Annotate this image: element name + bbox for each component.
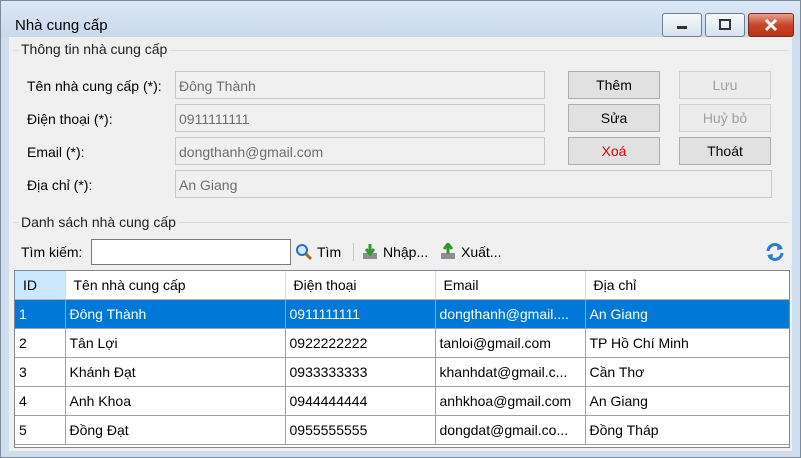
find-label: Tìm [317,244,342,260]
column-header-phone[interactable]: Điện thoại [285,271,436,300]
title-bar[interactable]: Nhà cung cấp [1,1,800,37]
cell-id[interactable]: 3 [15,357,66,387]
column-header-email[interactable]: Email [435,271,586,300]
magnifier-icon [296,244,313,261]
cell-address[interactable]: An Giang [585,386,789,416]
supplier-grid[interactable]: ID Tên nhà cung cấp Điện thoại Email Địa… [14,270,790,448]
search-input[interactable] [91,239,291,265]
import-label: Nhập... [383,244,429,260]
maximize-button[interactable] [705,13,745,37]
table-row[interactable]: 2 Tân Lợi 0922222222 tanloi@gmail.com TP… [15,328,789,358]
close-button[interactable] [748,13,794,37]
cell-address[interactable]: Cần Thơ [585,357,789,387]
phone-field[interactable]: 0911111111 [175,104,545,132]
cell-email[interactable]: anhkhoa@gmail.com [435,386,586,416]
import-icon [363,244,377,259]
column-header-address[interactable]: Địa chỉ [585,271,789,300]
name-field[interactable]: Đông Thành [175,71,545,99]
toolbar-separator [353,243,354,261]
cell-phone[interactable]: 0944444444 [285,386,436,416]
save-button[interactable]: Lưu [679,71,771,99]
refresh-button[interactable] [764,241,786,266]
cell-phone[interactable]: 0911111111 [285,299,436,329]
export-icon [441,243,455,259]
table-row[interactable]: 5 Đồng Đạt 0955555555 dongdat@gmail.co..… [15,415,789,445]
minimize-icon [677,26,687,29]
table-row[interactable]: 3 Khánh Đạt 0933333333 khanhdat@gmail.c.… [15,357,789,387]
email-label: Email (*): [27,144,85,160]
cell-email[interactable]: tanloi@gmail.com [435,328,586,358]
cell-id[interactable]: 5 [15,415,66,445]
cell-name[interactable]: Anh Khoa [65,386,286,416]
cell-id[interactable]: 4 [15,386,66,416]
address-field[interactable]: An Giang [175,170,772,198]
cell-address[interactable]: An Giang [585,299,789,329]
cell-name[interactable]: Đông Thành [65,299,286,329]
cell-address[interactable]: TP Hồ Chí Minh [585,328,789,358]
cell-address[interactable]: Đồng Tháp [585,415,789,445]
email-field[interactable]: dongthanh@gmail.com [175,137,545,165]
table-row[interactable]: 4 Anh Khoa 0944444444 anhkhoa@gmail.com … [15,386,789,416]
client-area: Thông tin nhà cung cấp Tên nhà cung cấp … [9,37,792,451]
cell-phone[interactable]: 0955555555 [285,415,436,445]
cell-name[interactable]: Đồng Đạt [65,415,286,445]
table-row[interactable]: 1 Đông Thành 0911111111 dongthanh@gmail.… [15,299,789,329]
cell-email[interactable]: khanhdat@gmail.c... [435,357,586,387]
cancel-button[interactable]: Huỷ bỏ [679,104,771,132]
cell-name[interactable]: Khánh Đạt [65,357,286,387]
list-group-label: Danh sách nhà cung cấp [19,214,178,230]
cell-phone[interactable]: 0922222222 [285,328,436,358]
exit-button[interactable]: Thoát [679,137,771,165]
phone-label: Điện thoại (*): [27,111,113,127]
search-label: Tìm kiếm: [21,244,83,260]
supplier-window: Nhà cung cấp Thông tin nhà cung cấp Tên … [0,0,801,458]
column-header-name[interactable]: Tên nhà cung cấp [65,271,286,300]
find-button[interactable]: Tìm [295,242,341,262]
maximize-icon [719,19,731,30]
cell-phone[interactable]: 0933333333 [285,357,436,387]
supplier-table: ID Tên nhà cung cấp Điện thoại Email Địa… [15,271,789,445]
export-label: Xuất... [461,244,502,260]
cell-email[interactable]: dongdat@gmail.co... [435,415,586,445]
cell-email[interactable]: dongthanh@gmail.... [435,299,586,329]
export-button[interactable]: Xuất... [439,242,501,262]
close-icon [764,18,778,32]
import-button[interactable]: Nhập... [361,242,428,262]
cell-id[interactable]: 1 [15,299,66,329]
column-header-id[interactable]: ID [15,271,66,300]
info-group-label: Thông tin nhà cung cấp [19,41,170,57]
name-label: Tên nhà cung cấp (*): [27,78,162,94]
table-header-row: ID Tên nhà cung cấp Điện thoại Email Địa… [15,271,789,300]
delete-button[interactable]: Xoá [568,137,660,165]
cell-name[interactable]: Tân Lợi [65,328,286,358]
window-title: Nhà cung cấp [15,17,108,34]
address-label: Địa chỉ (*): [27,177,93,193]
cell-id[interactable]: 2 [15,328,66,358]
add-button[interactable]: Thêm [568,71,660,99]
edit-button[interactable]: Sửa [568,104,660,132]
minimize-button[interactable] [662,13,702,37]
refresh-icon [766,243,784,261]
